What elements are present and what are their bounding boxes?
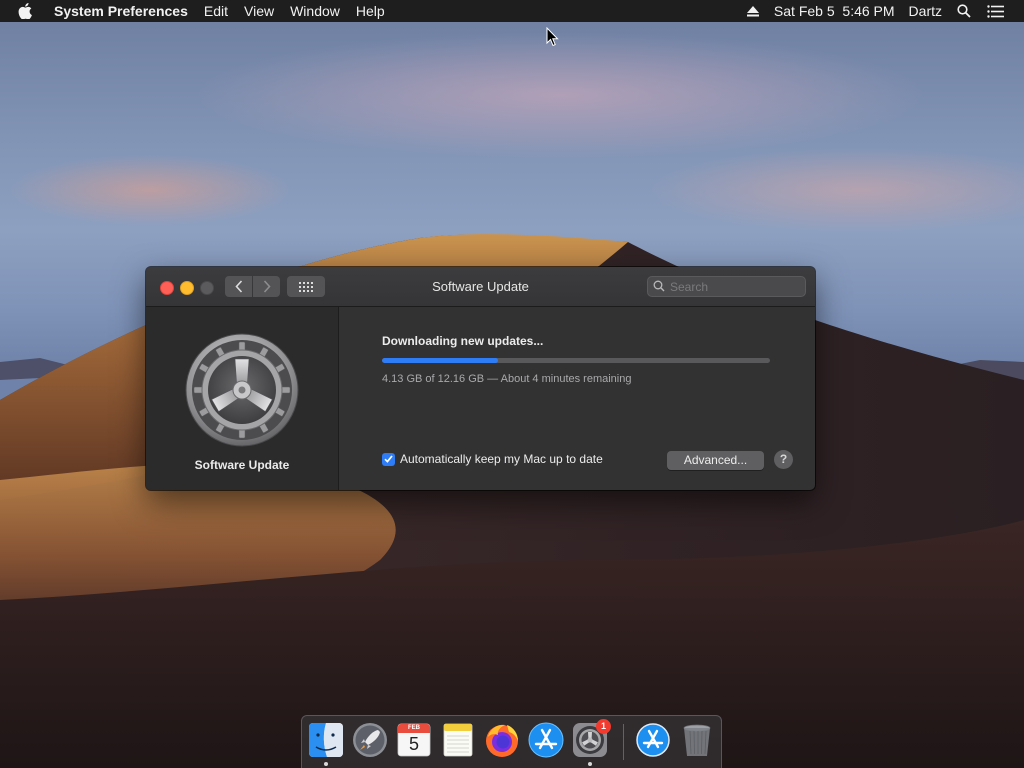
apple-icon [18, 3, 32, 19]
menu-edit[interactable]: Edit [196, 0, 236, 22]
sidebar-title: Software Update [194, 458, 290, 472]
mouse-cursor-icon [546, 27, 559, 47]
system-preferences-badge: 1 [596, 719, 611, 734]
calendar-day: 5 [408, 734, 419, 754]
download-progress-fill [382, 358, 499, 363]
dock: FEB 5 1 [301, 715, 722, 768]
auto-update-option: Automatically keep my Mac up to date [382, 452, 603, 466]
eject-icon[interactable] [739, 5, 767, 17]
search-input[interactable] [670, 278, 798, 295]
calendar-icon[interactable]: FEB 5 [395, 721, 433, 759]
download-status-title: Downloading new updates... [382, 334, 544, 348]
system-preferences-running-indicator [588, 762, 592, 766]
search-field[interactable] [647, 276, 806, 297]
firefox-icon[interactable] [483, 721, 521, 759]
trash-icon[interactable] [678, 721, 716, 759]
help-button[interactable]: ? [774, 450, 793, 469]
search-icon [653, 280, 665, 292]
menu-user[interactable]: Dartz [902, 0, 949, 22]
menu-view[interactable]: View [236, 0, 282, 22]
menu-help[interactable]: Help [348, 0, 393, 22]
apple-menu[interactable] [0, 3, 46, 19]
menu-app-name[interactable]: System Preferences [46, 0, 196, 22]
window-titlebar[interactable]: Software Update [146, 267, 815, 307]
menu-bar: System Preferences Edit View Window Help… [0, 0, 1024, 22]
menu-window[interactable]: Window [282, 0, 348, 22]
auto-update-label[interactable]: Automatically keep my Mac up to date [400, 452, 603, 466]
auto-update-checkbox[interactable] [382, 452, 395, 466]
notification-center-icon[interactable] [979, 4, 1012, 18]
finder-running-indicator [324, 762, 328, 766]
software-update-gear-icon [185, 333, 299, 447]
spotlight-search-icon[interactable] [949, 4, 979, 18]
checkmark-icon [384, 455, 393, 463]
notes-icon[interactable] [439, 721, 477, 759]
download-progress-detail: 4.13 GB of 12.16 GB — About 4 minutes re… [382, 373, 632, 385]
advanced-button[interactable]: Advanced... [667, 451, 764, 470]
dock-separator [623, 724, 624, 760]
download-progress-bar [382, 358, 770, 363]
finder-icon[interactable] [307, 721, 345, 759]
sidebar: Software Update [146, 307, 339, 490]
app-store-downloads-icon[interactable] [634, 721, 672, 759]
app-store-icon[interactable] [527, 721, 565, 759]
menu-clock[interactable]: Sat Feb 5 5:46 PM [767, 0, 902, 22]
calendar-month: FEB [408, 725, 420, 731]
update-panel: Downloading new updates... 4.13 GB of 12… [339, 307, 815, 490]
launchpad-icon[interactable] [351, 721, 389, 759]
software-update-window: Software Update Search Software Update D… [146, 267, 815, 490]
